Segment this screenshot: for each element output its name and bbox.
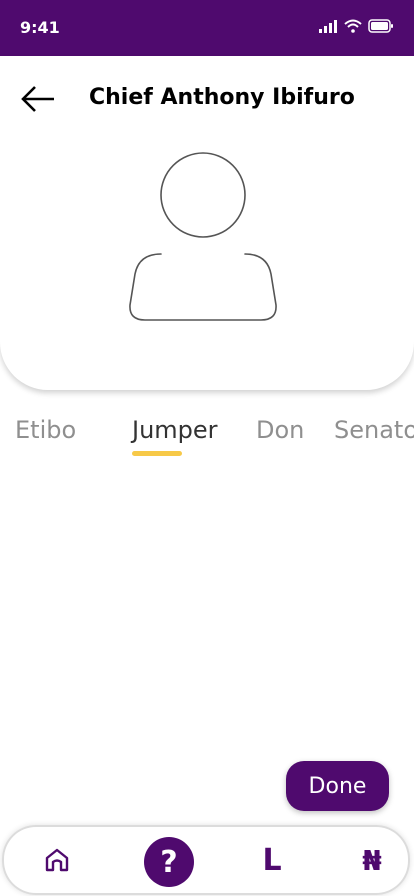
active-tab-indicator — [132, 451, 182, 456]
tab-don[interactable]: Don — [256, 416, 304, 444]
status-icons — [318, 19, 394, 33]
question-mark-icon: ? — [160, 844, 178, 880]
status-time: 9:41 — [20, 18, 60, 37]
naira-icon: ₦ — [362, 843, 382, 877]
page-title: Chief Anthony Ibifuro — [89, 85, 355, 110]
letter-l-icon: L — [262, 842, 282, 878]
status-bar: 9:41 — [0, 0, 414, 56]
category-tabs: Etibo Jumper Don Senato — [0, 410, 414, 460]
nav-home[interactable] — [32, 825, 82, 895]
battery-icon — [368, 19, 393, 33]
wifi-icon — [344, 19, 362, 33]
tab-etibo[interactable]: Etibo — [15, 416, 76, 444]
nav-l[interactable]: L — [247, 825, 297, 895]
home-icon — [45, 848, 69, 872]
back-button[interactable] — [20, 84, 56, 114]
arrow-left-icon — [21, 86, 54, 112]
avatar-placeholder-icon — [129, 152, 277, 321]
tab-senato[interactable]: Senato — [334, 416, 414, 444]
tab-jumper[interactable]: Jumper — [132, 416, 218, 444]
bottom-navigation: ? L ₦ — [2, 825, 410, 895]
done-button[interactable]: Done — [286, 761, 389, 811]
nav-help[interactable]: ? — [144, 837, 194, 887]
nav-wallet[interactable]: ₦ — [347, 825, 397, 895]
cellular-signal-icon — [319, 20, 337, 33]
